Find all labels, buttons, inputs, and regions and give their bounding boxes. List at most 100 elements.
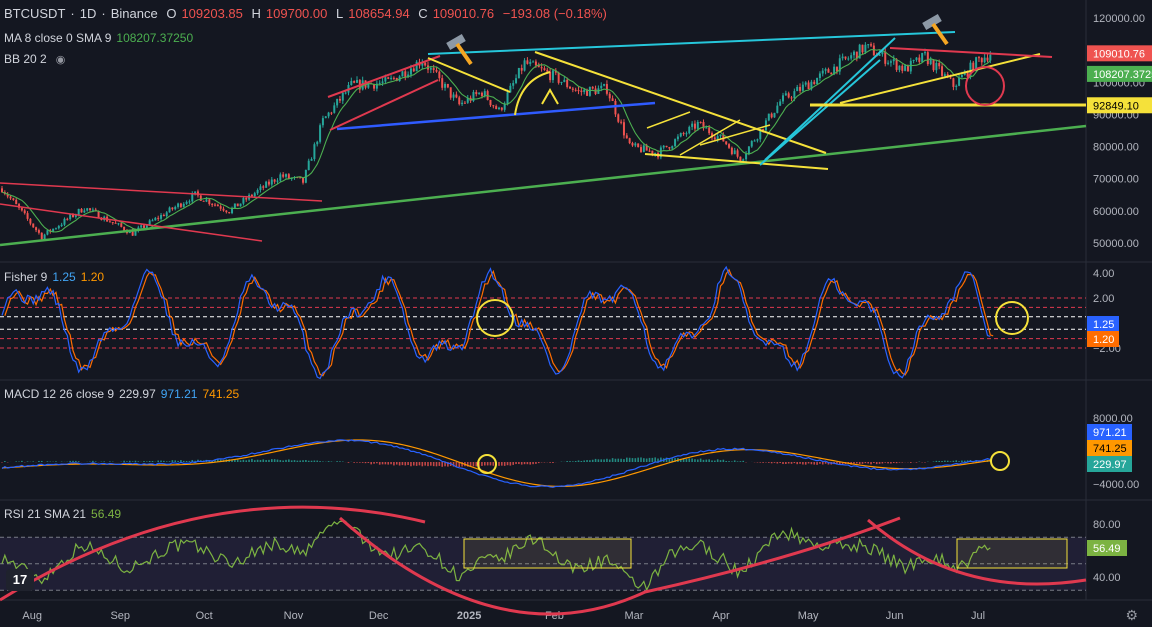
macd-histogram-bar bbox=[856, 462, 858, 464]
candle-body bbox=[745, 153, 748, 160]
candle-body bbox=[219, 206, 222, 209]
candle-body bbox=[867, 44, 870, 46]
macd-histogram-bar bbox=[296, 460, 299, 462]
macd-histogram-bar bbox=[129, 460, 131, 462]
y-tick-label: 2.00 bbox=[1093, 293, 1114, 305]
candle-body bbox=[733, 150, 736, 155]
macd-histogram-bar bbox=[878, 462, 881, 464]
candle-body bbox=[563, 79, 566, 82]
chart-canvas[interactable]: 120000.00110000.00100000.0090000.0080000… bbox=[0, 0, 1152, 627]
macd-histogram-bar bbox=[285, 459, 287, 462]
macd-histogram-bar bbox=[603, 459, 605, 462]
fisher-legend[interactable]: Fisher 9 1.25 1.20 bbox=[4, 270, 109, 284]
candle-body bbox=[574, 89, 577, 91]
macd-histogram-bar bbox=[32, 461, 35, 462]
candle-body bbox=[801, 84, 804, 91]
candle-body bbox=[37, 230, 40, 233]
high-label: H bbox=[251, 6, 261, 21]
macd-histogram-bar bbox=[242, 459, 245, 462]
candle-body bbox=[222, 208, 225, 211]
candle-body bbox=[693, 123, 696, 129]
candle-body bbox=[631, 143, 634, 146]
gear-icon[interactable]: ⚙ bbox=[1125, 607, 1138, 624]
macd-histogram-bar bbox=[802, 462, 804, 465]
macd-histogram-bar bbox=[597, 459, 600, 462]
candle-body bbox=[256, 189, 259, 194]
highlight-circle bbox=[990, 451, 1010, 471]
macd-histogram-bar bbox=[566, 461, 568, 462]
macd-histogram-bar bbox=[523, 462, 526, 465]
macd-histogram-bar bbox=[688, 458, 691, 462]
candle-body bbox=[353, 80, 356, 83]
macd-histogram-bar bbox=[529, 462, 532, 465]
candle-body bbox=[401, 71, 404, 77]
value-label-text: 56.49 bbox=[1093, 543, 1121, 555]
macd-histogram-bar bbox=[168, 461, 171, 462]
low-value: 108654.94 bbox=[348, 6, 410, 21]
macd-histogram-bar bbox=[708, 459, 710, 462]
interval[interactable]: 1D bbox=[80, 6, 97, 21]
macd-histogram-bar bbox=[293, 460, 296, 462]
symbol-legend[interactable]: BTCUSDT · 1D · Binance O 109203.85 H 109700.00… bbox=[4, 6, 612, 21]
candle-body bbox=[725, 141, 728, 145]
macd-histogram-bar bbox=[15, 461, 17, 462]
macd-histogram-bar bbox=[40, 460, 43, 462]
macd-histogram-bar bbox=[728, 461, 730, 462]
candle-body bbox=[887, 62, 890, 64]
candle-body bbox=[185, 201, 188, 204]
macd-histogram-bar bbox=[958, 461, 960, 462]
x-tick-label: Jul bbox=[971, 610, 985, 622]
macd-histogram-bar bbox=[736, 461, 739, 462]
curved-arrow bbox=[514, 71, 551, 116]
macd-histogram-bar bbox=[702, 459, 705, 462]
macd-histogram-bar bbox=[648, 457, 651, 462]
candle-body bbox=[449, 87, 452, 98]
tradingview-logo[interactable]: 17 bbox=[6, 569, 34, 591]
macd-legend[interactable]: MACD 12 26 close 9 229.97 971.21 741.25 bbox=[4, 387, 244, 401]
macd-histogram-bar bbox=[944, 460, 946, 462]
macd-histogram-bar bbox=[884, 462, 887, 463]
candle-body bbox=[515, 78, 518, 84]
macd-histogram-bar bbox=[489, 462, 492, 466]
macd-histogram-bar bbox=[824, 462, 827, 464]
macd-histogram-bar bbox=[381, 462, 384, 465]
eye-hidden-icon[interactable]: ◉ bbox=[56, 53, 66, 66]
candle-body bbox=[736, 150, 739, 157]
macd-histogram-bar bbox=[941, 460, 943, 462]
candle-body bbox=[557, 72, 560, 83]
candle-body bbox=[648, 150, 651, 152]
rsi-legend[interactable]: RSI 21 SMA 21 56.49 bbox=[4, 507, 126, 521]
candle-body bbox=[634, 143, 637, 146]
ma-legend[interactable]: MA 8 close 0 SMA 9 108207.37250 bbox=[4, 31, 198, 45]
candle-body bbox=[926, 52, 929, 65]
macd-histogram-bar bbox=[395, 462, 398, 465]
symbol-name[interactable]: BTCUSDT bbox=[4, 6, 65, 21]
macd-histogram-bar bbox=[288, 459, 290, 462]
macd-histogram-bar bbox=[290, 460, 293, 462]
candle-body bbox=[665, 145, 668, 148]
macd-histogram-bar bbox=[498, 462, 500, 466]
candle-body bbox=[668, 147, 671, 149]
macd-histogram-bar bbox=[694, 459, 696, 462]
macd-histogram-bar bbox=[725, 461, 727, 462]
macd-histogram-bar bbox=[361, 462, 364, 463]
bb-legend[interactable]: BB 20 2 ◉ bbox=[4, 52, 70, 66]
candle-body bbox=[114, 222, 117, 224]
macd-histogram-bar bbox=[583, 460, 585, 462]
macd-histogram-bar bbox=[634, 458, 637, 462]
candle-body bbox=[384, 77, 387, 82]
macd-histogram-bar bbox=[719, 460, 722, 462]
candle-body bbox=[69, 214, 72, 220]
macd-histogram-bar bbox=[398, 462, 401, 466]
candle-body bbox=[713, 137, 716, 140]
macd-histogram-bar bbox=[506, 462, 509, 466]
candle-body bbox=[191, 193, 194, 202]
macd-histogram-bar bbox=[577, 460, 580, 462]
macd-histogram-bar bbox=[21, 460, 23, 462]
macd-histogram-bar bbox=[271, 459, 273, 462]
value-label-text: 741.25 bbox=[1093, 443, 1127, 455]
macd-histogram-bar bbox=[645, 458, 648, 462]
candle-body bbox=[895, 59, 898, 70]
candle-body bbox=[821, 70, 824, 74]
macd-histogram-bar bbox=[421, 462, 424, 467]
